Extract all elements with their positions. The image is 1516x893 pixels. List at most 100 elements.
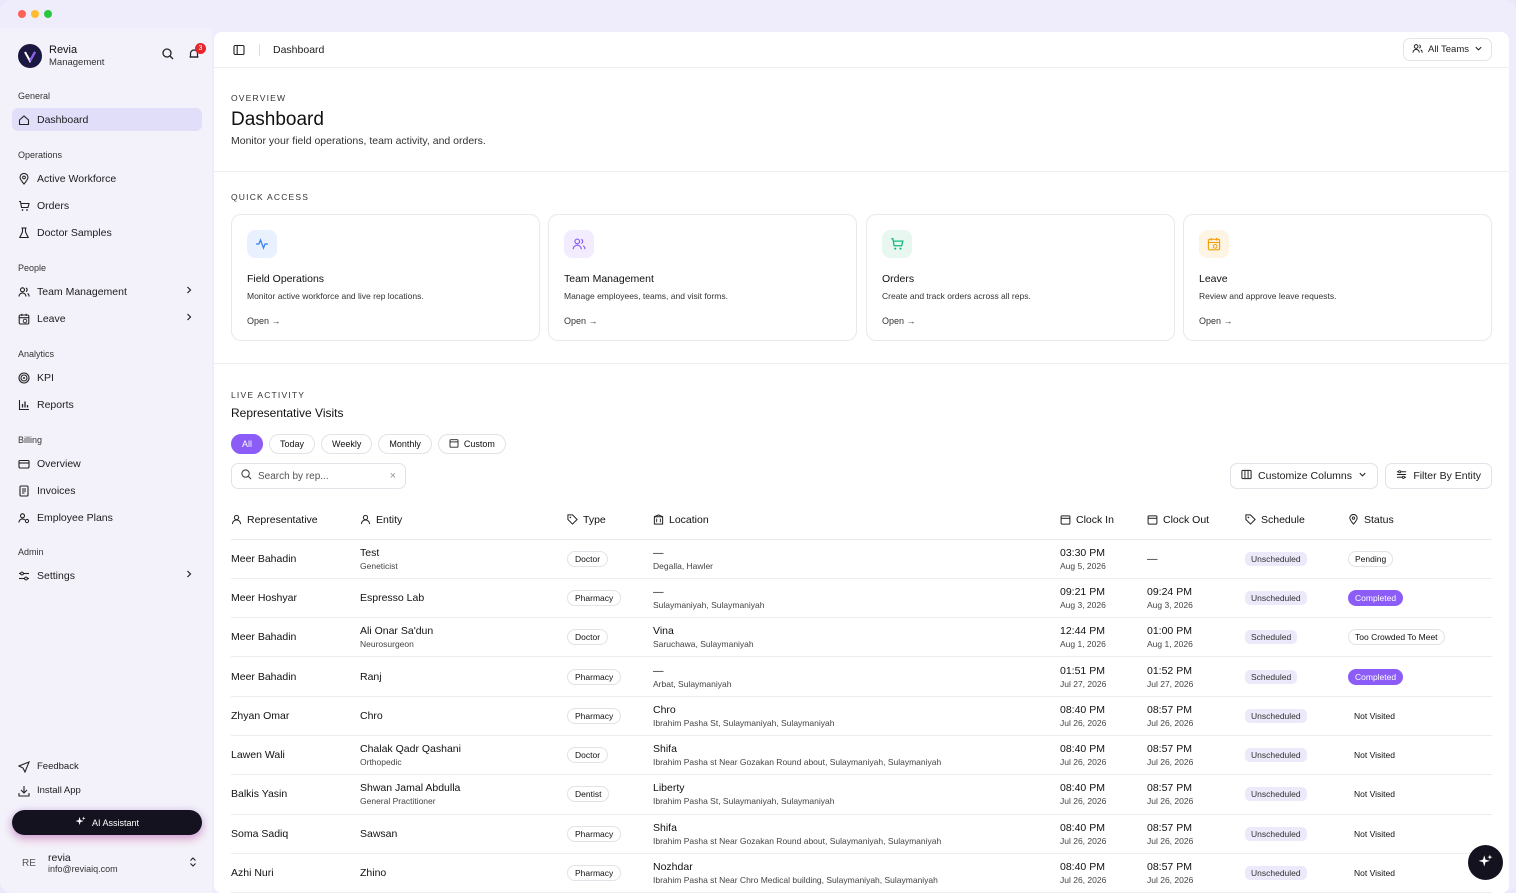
location-address: Degalla, Hawler	[653, 560, 713, 571]
user-email: info@reviaiq.com	[48, 864, 118, 874]
close-window-button[interactable]	[18, 10, 26, 18]
column-header-representative[interactable]: Representative	[231, 502, 360, 540]
card-open-link[interactable]: Open →	[882, 316, 916, 326]
calendar-clock-icon	[18, 313, 30, 325]
clock-in-date: Aug 1, 2026	[1060, 639, 1106, 650]
column-header-status[interactable]: Status	[1348, 502, 1492, 540]
cell-status: Not Visited	[1348, 696, 1492, 736]
search-icon[interactable]	[162, 48, 174, 63]
all-teams-dropdown[interactable]: All Teams	[1402, 38, 1492, 61]
clock-in-time: 01:51 PM	[1060, 664, 1105, 677]
location-name: —	[653, 585, 664, 598]
table-row[interactable]: Lawen Wali Chalak Qadr Qashani Orthopedic D…	[231, 735, 1492, 776]
search-icon	[241, 469, 252, 483]
column-header-type[interactable]: Type	[567, 502, 653, 540]
column-header-schedule[interactable]: Schedule	[1245, 502, 1348, 540]
sidebar-item-employee-plans[interactable]: Employee Plans	[12, 506, 202, 529]
feedback-link[interactable]: Feedback	[12, 755, 202, 778]
entity-name: Zhino	[360, 867, 387, 880]
sidebar-item-active-workforce[interactable]: Active Workforce	[12, 167, 202, 190]
cell-location: Liberty Ibrahim Pasha St, Sulaymaniyah, S…	[653, 774, 1060, 815]
cell-clock-in: 03:30 PM Aug 5, 2026	[1060, 539, 1147, 579]
filter-custom-pill[interactable]: Custom	[437, 434, 506, 454]
column-header-entity[interactable]: Entity	[360, 502, 567, 540]
customize-columns-button[interactable]: Customize Columns	[1230, 463, 1378, 489]
avatar: RE	[22, 857, 36, 869]
sidebar-item-overview[interactable]: Overview	[12, 452, 202, 475]
filter-today-pill[interactable]: Today	[269, 434, 316, 454]
sidebar-item-settings[interactable]: Settings	[12, 564, 202, 587]
sidebar-item-leave[interactable]: Leave	[12, 307, 202, 330]
column-header-location[interactable]: Location	[653, 502, 1060, 540]
sidebar-item-team-management[interactable]: Team Management	[12, 280, 202, 303]
card-description: Monitor active workforce and live rep lo…	[247, 291, 424, 301]
filter-weekly-pill[interactable]: Weekly	[321, 434, 373, 454]
clock-in-time: 03:30 PM	[1060, 546, 1105, 559]
cell-schedule: Unscheduled	[1245, 774, 1348, 815]
clock-in-time: 12:44 PM	[1060, 625, 1105, 638]
table-row[interactable]: Meer Bahadin Ranj Pharmacy — Arbat, Sulayman…	[231, 656, 1492, 697]
ai-chat-fab[interactable]	[1468, 845, 1503, 880]
cell-clock-in: 08:40 PM Jul 26, 2026	[1060, 696, 1147, 736]
clock-out-time: 08:57 PM	[1147, 743, 1192, 756]
card-orders[interactable]: Orders Create and track orders across al…	[866, 214, 1175, 341]
table-row[interactable]: Azhi Nuri Zhino Pharmacy Nozhdar Ibrahim Pas…	[231, 853, 1492, 893]
cell-status: Completed	[1348, 656, 1492, 697]
cell-type: Doctor	[567, 539, 653, 579]
location-name: Shifa	[653, 821, 677, 834]
map-pin-icon	[18, 172, 30, 185]
notifications-button[interactable]: 3	[188, 43, 206, 63]
sidebar-item-label: Dashboard	[37, 113, 89, 126]
page-description: Monitor your field operations, team acti…	[231, 135, 486, 147]
cell-representative: Balkis Yasin	[231, 774, 360, 815]
brand[interactable]: Revia Management	[18, 44, 104, 68]
filter-monthly-pill[interactable]: Monthly	[378, 434, 432, 454]
sidebar-item-orders[interactable]: Orders	[12, 194, 202, 217]
card-field-operations[interactable]: Field Operations Monitor active workforc…	[231, 214, 540, 341]
card-open-link[interactable]: Open →	[564, 316, 598, 326]
sidebar-item-kpi[interactable]: KPI	[12, 366, 202, 389]
filter-all-pill[interactable]: All	[231, 434, 264, 454]
cell-schedule: Unscheduled	[1245, 735, 1348, 776]
status-badge: Pending	[1348, 550, 1394, 567]
clock-out-time: 08:57 PM	[1147, 782, 1192, 795]
table-row[interactable]: Zhyan Omar Chro Pharmacy Chro Ibrahim Pasha …	[231, 696, 1492, 736]
table-row[interactable]: Soma Sadiq Sawsan Pharmacy Shifa Ibrahim Pas…	[231, 814, 1492, 854]
install-app-link[interactable]: Install App	[12, 779, 202, 802]
search-input[interactable]: Search by rep... ×	[231, 463, 406, 489]
filter-by-entity-button[interactable]: Filter By Entity	[1385, 463, 1492, 489]
column-header-clock-out[interactable]: Clock Out	[1147, 502, 1245, 540]
table-row[interactable]: Meer Bahadin Test Geneticist Doctor — Degalla…	[231, 539, 1492, 579]
cell-clock-in: 08:40 PM Jul 26, 2026	[1060, 735, 1147, 776]
card-open-link[interactable]: Open →	[1199, 316, 1233, 326]
period-filter: All Today Weekly Monthly Custom	[231, 434, 506, 454]
clear-icon[interactable]: ×	[390, 470, 396, 482]
cell-type: Dentist	[567, 774, 653, 815]
bar-chart-icon	[18, 399, 30, 411]
cell-entity: Ali Onar Sa'dun Neurosurgeon	[360, 617, 567, 658]
cell-type: Pharmacy	[567, 578, 653, 619]
status-badge: Not Visited	[1354, 750, 1395, 761]
sidebar-item-invoices[interactable]: Invoices	[12, 479, 202, 502]
section-admin: Admin	[18, 547, 44, 557]
maximize-window-button[interactable]	[44, 10, 52, 18]
minimize-window-button[interactable]	[31, 10, 39, 18]
table-row[interactable]: Meer Bahadin Ali Onar Sa'dun Neurosurgeon D…	[231, 617, 1492, 658]
sidebar-toggle-icon[interactable]	[233, 44, 245, 59]
table-row[interactable]: Balkis Yasin Shwan Jamal Abdulla General P…	[231, 774, 1492, 815]
column-header-clock-in[interactable]: Clock In	[1060, 502, 1147, 540]
ai-assistant-button[interactable]: AI Assistant	[12, 810, 202, 835]
cell-entity: Shwan Jamal Abdulla General Practitioner	[360, 774, 567, 815]
entity-specialty: Orthopedic	[360, 757, 402, 768]
user-menu[interactable]: RE revia info@reviaiq.com	[18, 848, 198, 878]
cell-clock-out: 09:24 PM Aug 3, 2026	[1147, 578, 1245, 619]
section-operations: Operations	[18, 150, 63, 160]
sidebar-item-doctor-samples[interactable]: Doctor Samples	[12, 221, 202, 244]
sidebar-item-reports[interactable]: Reports	[12, 393, 202, 416]
card-team-management[interactable]: Team Management Manage employees, teams,…	[548, 214, 857, 341]
card-open-link[interactable]: Open →	[247, 316, 281, 326]
card-leave[interactable]: Leave Review and approve leave requests.…	[1183, 214, 1492, 341]
table-row[interactable]: Meer Hoshyar Espresso Lab Pharmacy — Sulayma…	[231, 578, 1492, 619]
sidebar-item-dashboard[interactable]: Dashboard	[12, 108, 202, 131]
chevron-right-icon	[184, 569, 194, 582]
